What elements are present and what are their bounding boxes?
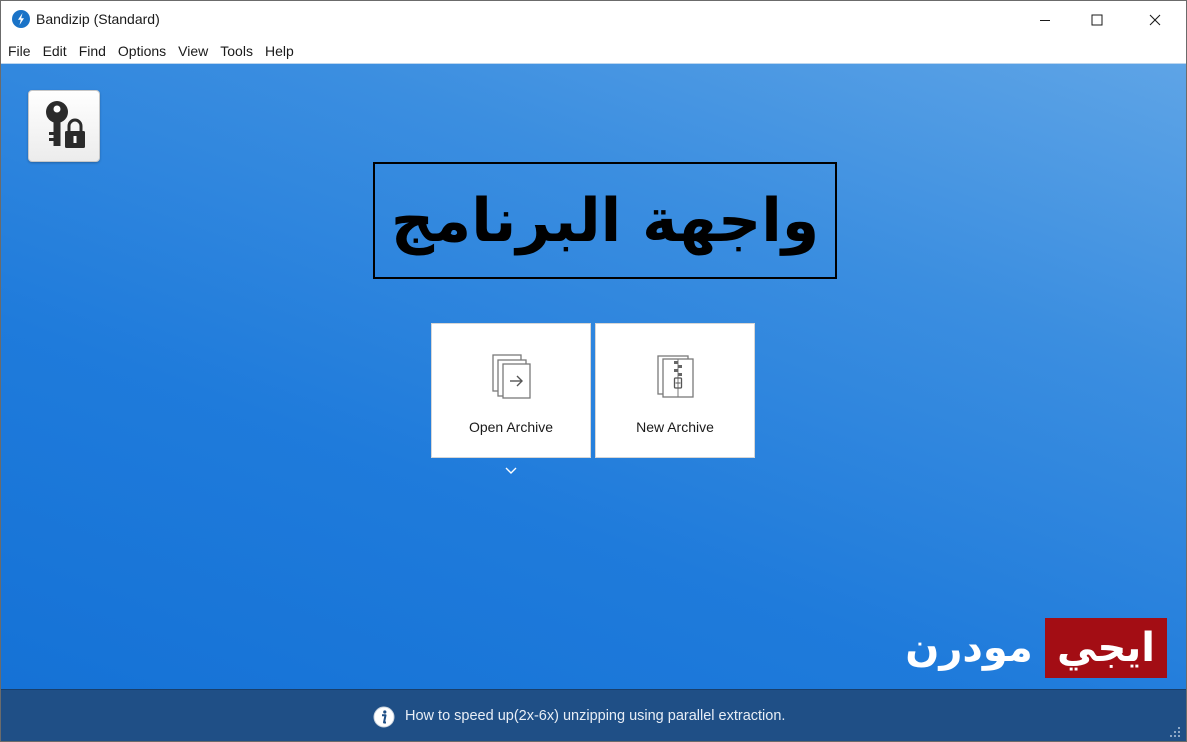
new-archive-button[interactable]: New Archive: [595, 323, 755, 458]
open-archive-icon: [492, 354, 531, 399]
watermark-logo: مودرن ايجي: [898, 618, 1168, 678]
overlay-title-box: واجهة البرنامج: [373, 162, 837, 279]
maximize-button[interactable]: [1074, 1, 1120, 39]
logo-right-part: ايجي: [1045, 618, 1167, 678]
menu-options[interactable]: Options: [112, 39, 172, 63]
menu-view[interactable]: View: [172, 39, 214, 63]
close-button[interactable]: [1132, 1, 1178, 39]
main-panel: واجهة البرنامج Open Archive New Archive …: [1, 63, 1186, 689]
logo-left-text: مودرن: [905, 625, 1033, 671]
overlay-title: واجهة البرنامج: [390, 185, 820, 256]
password-manager-button[interactable]: [28, 90, 100, 162]
info-icon[interactable]: [373, 706, 395, 728]
logo-right-text: ايجي: [1056, 625, 1156, 671]
logo-left-part: مودرن: [898, 618, 1040, 678]
menu-help[interactable]: Help: [259, 39, 300, 63]
minimize-button[interactable]: [1022, 1, 1068, 39]
new-archive-zip-icon: [657, 355, 694, 398]
chevron-down-icon[interactable]: [504, 466, 518, 476]
menu-find[interactable]: Find: [73, 39, 112, 63]
maximize-icon: [1091, 14, 1103, 26]
status-tip-link[interactable]: How to speed up(2x-6x) unzipping using p…: [405, 708, 785, 724]
key-lock-icon: [46, 101, 85, 148]
open-archive-button[interactable]: Open Archive: [431, 323, 591, 458]
status-bar: How to speed up(2x-6x) unzipping using p…: [1, 689, 1186, 741]
new-archive-label: New Archive: [636, 419, 714, 435]
menu-bar: File Edit Find Options View Tools Help: [1, 39, 1186, 63]
open-archive-label: Open Archive: [468, 419, 554, 435]
close-icon: [1149, 14, 1161, 26]
bandizip-window: Bandizip (Standard) File Edit Find Optio…: [0, 0, 1187, 742]
title-bar[interactable]: Bandizip (Standard): [1, 1, 1186, 39]
resize-grip-icon[interactable]: [1169, 726, 1181, 738]
menu-tools[interactable]: Tools: [214, 39, 259, 63]
menu-file[interactable]: File: [2, 39, 37, 63]
window-title: Bandizip (Standard): [36, 11, 160, 27]
bandizip-bolt-icon: [12, 10, 30, 28]
minimize-icon: [1040, 20, 1050, 21]
menu-edit[interactable]: Edit: [37, 39, 73, 63]
